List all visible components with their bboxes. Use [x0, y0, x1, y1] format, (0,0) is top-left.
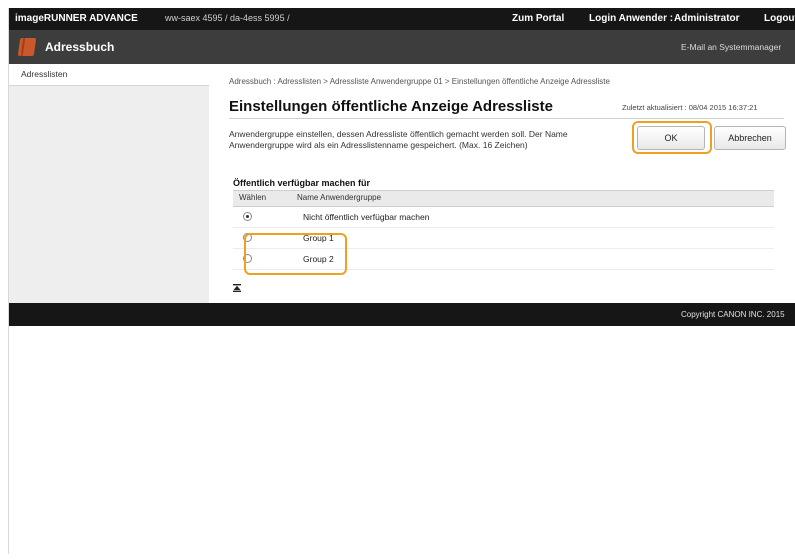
header-group-name: Name Anwendergruppe — [297, 193, 382, 202]
sidebar-item-adresslisten[interactable]: Adresslisten — [9, 64, 209, 86]
radio-not-public[interactable] — [243, 212, 252, 221]
cancel-button[interactable]: Abbrechen — [714, 126, 786, 150]
table-header: Wählen Name Anwendergruppe — [233, 190, 774, 207]
group-name: Nicht öffentlich verfügbar machen — [303, 212, 430, 222]
section-title: Öffentlich verfügbar machen für — [233, 178, 371, 188]
ok-button[interactable]: OK — [637, 126, 705, 150]
top-bar: imageRUNNER ADVANCE ww-saex 4595 / da-4e… — [9, 8, 795, 30]
header-select: Wählen — [239, 193, 267, 202]
page-title: Einstellungen öffentliche Anzeige Adress… — [229, 98, 553, 115]
back-to-top-icon[interactable] — [232, 283, 242, 293]
footer: Copyright CANON INC. 2015 — [9, 303, 795, 326]
login-user-name: Administrator — [674, 13, 740, 24]
portal-link[interactable]: Zum Portal — [512, 13, 564, 24]
table-row[interactable]: Nicht öffentlich verfügbar machen — [233, 207, 774, 228]
device-address: ww-saex 4595 / da-4ess 5995 / — [165, 13, 290, 23]
logout-link[interactable]: Logout — [764, 13, 795, 24]
product-name: imageRUNNER ADVANCE — [15, 13, 138, 24]
description-text: Anwendergruppe einstellen, dessen Adress… — [229, 129, 568, 150]
last-updated: Zuletzt aktualisiert : 08/04 2015 16:37:… — [622, 103, 758, 112]
title-divider — [229, 118, 784, 119]
main-content: Adressbuch : Adresslisten > Adressliste … — [209, 64, 795, 303]
mail-admin-link[interactable]: E-Mail an Systemmanager — [681, 42, 781, 52]
breadcrumb[interactable]: Adressbuch : Adresslisten > Adressliste … — [229, 77, 610, 86]
app-header: Adressbuch E-Mail an Systemmanager — [9, 30, 795, 64]
app-title: Adressbuch — [45, 40, 115, 54]
sidebar: Adresslisten — [9, 64, 210, 303]
login-user-label: Login Anwender : — [589, 13, 674, 24]
groups-highlight — [244, 233, 347, 275]
address-book-icon — [17, 38, 37, 56]
browser-frame: imageRUNNER ADVANCE ww-saex 4595 / da-4e… — [8, 8, 795, 554]
copyright-text: Copyright CANON INC. 2015 — [681, 310, 785, 319]
